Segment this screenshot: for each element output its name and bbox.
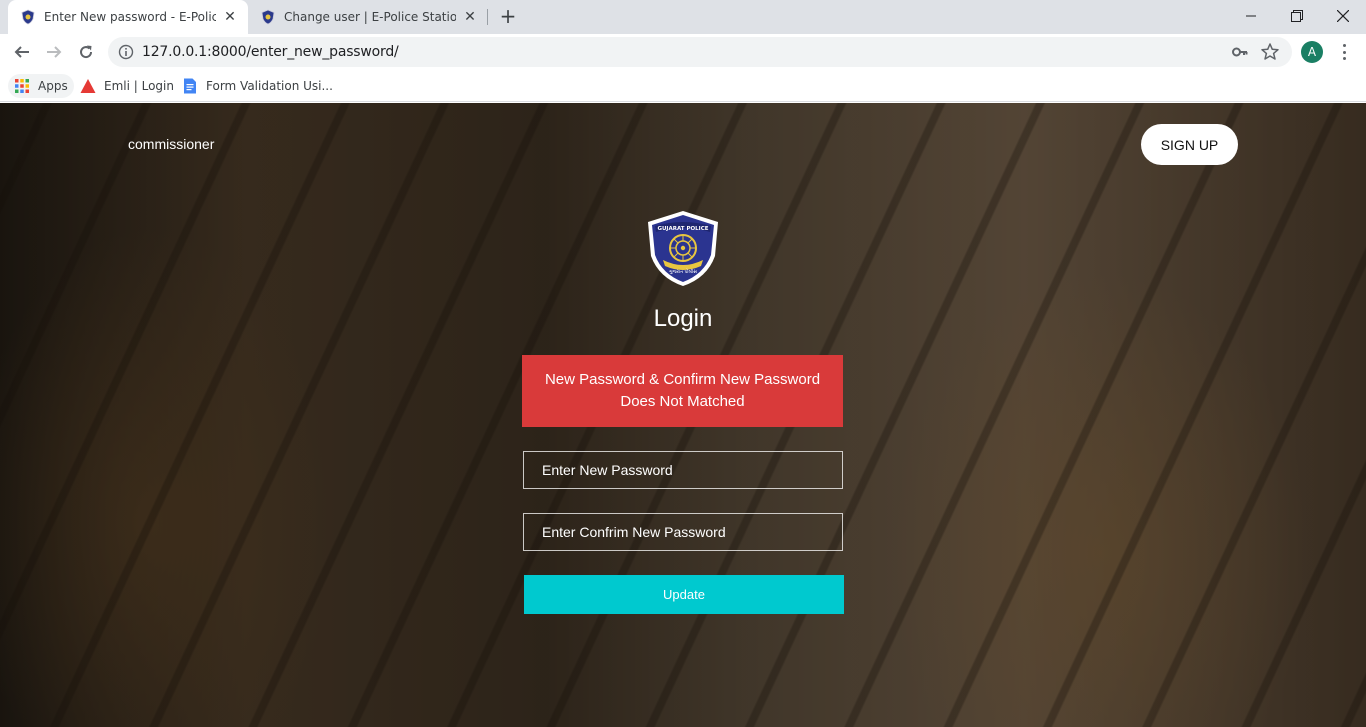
sign-up-button[interactable]: SIGN UP — [1141, 124, 1238, 165]
tab-title: Enter New password - E-Police St — [44, 10, 216, 24]
form-title: Login — [653, 305, 713, 332]
tab-strip: Enter New password - E-Police St ✕ Chang… — [0, 0, 1366, 34]
bookmark-form-validation[interactable]: Form Validation Usi... — [182, 74, 333, 98]
logo-bottom-text: ગુજરાત પોલીસ — [669, 268, 697, 275]
error-alert: New Password & Confirm New Password Does… — [522, 355, 843, 427]
window-restore-icon[interactable] — [1274, 0, 1320, 32]
address-url: 127.0.0.1:8000/enter_new_password/ — [142, 44, 399, 60]
bookmark-label: Form Validation Usi... — [206, 79, 333, 93]
browser-toolbar: 127.0.0.1:8000/enter_new_password/ A — [0, 34, 1366, 70]
address-bar[interactable]: 127.0.0.1:8000/enter_new_password/ — [108, 37, 1292, 67]
emli-triangle-icon — [80, 79, 96, 93]
tab-close-icon[interactable]: ✕ — [222, 9, 238, 25]
apps-grid-icon — [15, 79, 29, 93]
brand-name[interactable]: commissioner — [128, 136, 214, 152]
bookmark-emli[interactable]: Emli | Login — [80, 74, 174, 98]
bookmark-label: Emli | Login — [104, 79, 174, 93]
gujarat-police-logo: GUJARAT POLICE ગુજરાત પોલીસ — [648, 211, 718, 286]
bookmark-star-icon[interactable] — [1260, 42, 1280, 62]
confirm-password-input[interactable] — [523, 513, 843, 551]
forward-arrow-icon[interactable] — [40, 38, 68, 66]
police-badge-favicon-icon — [21, 9, 35, 25]
google-docs-icon — [184, 78, 196, 94]
window-minimize-icon[interactable] — [1228, 0, 1274, 32]
tab-change-user[interactable]: Change user | E-Police Station ✕ — [248, 0, 488, 34]
tab-close-icon[interactable]: ✕ — [462, 9, 478, 25]
new-password-input[interactable] — [523, 451, 843, 489]
bookmark-apps[interactable]: Apps — [8, 74, 74, 98]
bookmark-label: Apps — [38, 79, 68, 93]
update-button[interactable]: Update — [524, 575, 844, 614]
bookmarks-bar: Apps Emli | Login Form Validation Usi... — [0, 70, 1366, 102]
site-info-icon[interactable] — [118, 44, 134, 60]
password-key-icon[interactable] — [1232, 44, 1248, 60]
profile-avatar[interactable]: A — [1301, 41, 1323, 63]
police-badge-favicon-icon — [261, 9, 275, 25]
logo-top-text: GUJARAT POLICE — [657, 226, 708, 232]
page-background: commissioner SIGN UP GUJARAT POLICE ગુજર… — [0, 103, 1366, 727]
reload-icon[interactable] — [72, 38, 100, 66]
browser-menu-icon[interactable] — [1336, 42, 1352, 62]
back-arrow-icon[interactable] — [8, 38, 36, 66]
window-close-icon[interactable] — [1320, 0, 1366, 32]
tab-title: Change user | E-Police Station — [284, 10, 456, 24]
new-tab-plus-icon[interactable]: + — [497, 6, 519, 28]
tab-enter-new-password[interactable]: Enter New password - E-Police St ✕ — [8, 0, 248, 34]
